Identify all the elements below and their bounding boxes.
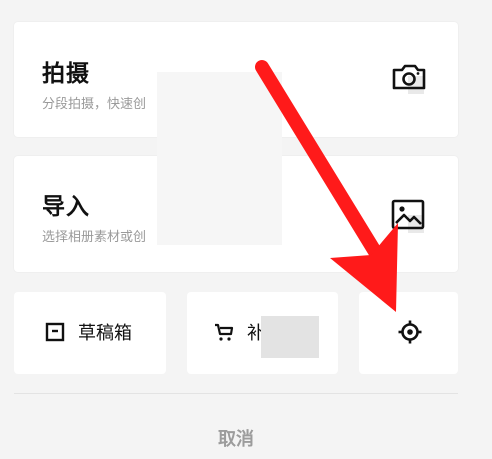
settings-button[interactable] [359, 292, 458, 374]
shoot-title: 拍摄 [42, 61, 90, 87]
drafts-button[interactable]: 草稿箱 [14, 292, 166, 374]
settings-icon [397, 319, 423, 345]
shoot-subtitle: 分段拍摄，快速创 [42, 97, 147, 112]
import-title: 导入 [42, 194, 90, 220]
camera-icon[interactable] [388, 57, 430, 99]
drafts-icon [44, 321, 66, 343]
privacy-mask-small [261, 316, 319, 358]
import-subtitle: 选择相册素材或创 [42, 230, 147, 245]
image-icon[interactable] [388, 196, 430, 238]
privacy-mask [157, 72, 282, 245]
cancel-button[interactable]: 取消 [0, 425, 472, 451]
cart-icon [213, 321, 235, 343]
drafts-label: 草稿箱 [78, 323, 132, 344]
divider [14, 393, 458, 394]
